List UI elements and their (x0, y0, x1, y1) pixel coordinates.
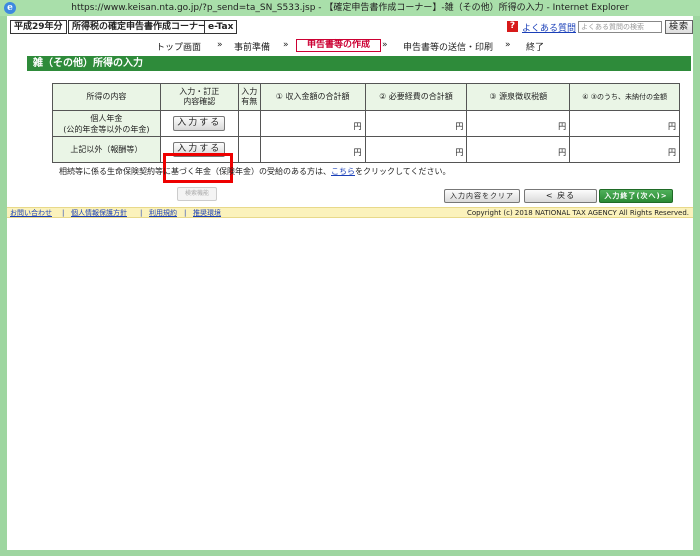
note-text-end: をクリックしてください。 (355, 167, 451, 176)
step-separator: » (283, 40, 289, 50)
col-header-expenses: ② 必要経費の合計額 (364, 83, 468, 111)
step-preparation: 事前準備 (234, 43, 271, 53)
note-text: 相続等に係る生命保険契約等に基づく年金（保険年金）の受給のある方は、 (59, 167, 331, 176)
copyright-text: Copyright (c) 2018 NATIONAL TAX AGENCY A… (466, 209, 689, 217)
row-label-other: 上記以外（報酬等） (52, 136, 161, 163)
insurance-pension-note: 相続等に係る生命保険契約等に基づく年金（保険年金）の受給のある方は、こちらをクリ… (59, 166, 451, 177)
question-icon: ? (507, 21, 518, 32)
clear-input-button[interactable]: 入力内容をクリア (444, 189, 520, 203)
row-label-pension: 個人年金 (公的年金等以外の年金) (52, 110, 161, 137)
footer-link-privacy[interactable]: 個人情報保護方針 (71, 209, 127, 218)
step-separator: » (505, 40, 511, 50)
expenses-cell: 円 (364, 110, 468, 137)
table-row: 個人年金 (公的年金等以外の年金) 入力する 円 円 円 円 (52, 110, 680, 137)
footer-separator: | (62, 209, 65, 217)
col-header-withholding: ③ 源泉徴収税額 (466, 83, 571, 111)
step-end: 終了 (526, 43, 545, 53)
step-separator: » (382, 40, 388, 50)
status-cell (237, 110, 261, 137)
site-header: 平成29年分 所得税の確定申告書作成コーナー e-Tax ? よくある質問 よく… (7, 16, 693, 36)
browser-window: e https://www.keisan.nta.go.jp/?p_send=t… (0, 0, 700, 556)
footer-link-terms[interactable]: 利用規約 (149, 209, 177, 218)
window-titlebar: e https://www.keisan.nta.go.jp/?p_send=t… (0, 0, 700, 16)
footer-link-environment[interactable]: 推奨環境 (193, 209, 221, 218)
here-link[interactable]: こちら (331, 167, 355, 176)
step-navigation: トップ画面 » 事前準備 » 申告書等の作成 » 申告書等の送信・印刷 » 終了 (7, 38, 693, 54)
internet-explorer-icon: e (4, 2, 16, 14)
faq-search-button[interactable]: 検索 (665, 20, 693, 34)
year-badge: 平成29年分 (10, 20, 67, 34)
unpaid-cell: 円 (569, 110, 680, 137)
step-send-print: 申告書等の送信・印刷 (403, 43, 494, 53)
faq-link[interactable]: よくある質問 (522, 21, 576, 34)
page-content: 平成29年分 所得税の確定申告書作成コーナー e-Tax ? よくある質問 よく… (7, 16, 693, 550)
disabled-search-button: 検索機能 (177, 187, 217, 201)
income-table: 所得の内容 入力・訂正 内容確認 入力 有無 ① 収入金額の合計額 ② 必要経費… (52, 83, 680, 163)
withholding-cell: 円 (466, 110, 571, 137)
step-separator: » (217, 40, 223, 50)
revenue-cell: 円 (259, 136, 366, 163)
revenue-cell: 円 (259, 110, 366, 137)
input-cell: 入力する (159, 110, 239, 137)
footer-link-contact[interactable]: お問い合わせ (10, 209, 52, 218)
col-header-unpaid: ④ ③のうち、未納付の金額 (569, 83, 680, 111)
etax-badge[interactable]: e-Tax (204, 20, 238, 34)
finish-input-next-button[interactable]: 入力終了(次へ)> (599, 189, 673, 203)
withholding-cell: 円 (466, 136, 571, 163)
back-button[interactable]: < 戻る (524, 189, 597, 203)
footer-separator: | (140, 209, 143, 217)
table-header-row: 所得の内容 入力・訂正 内容確認 入力 有無 ① 収入金額の合計額 ② 必要経費… (52, 83, 680, 111)
unpaid-cell: 円 (569, 136, 680, 163)
corner-title-badge[interactable]: 所得税の確定申告書作成コーナー (68, 20, 212, 34)
faq-search-input[interactable]: よくある質問の検索 (578, 21, 662, 33)
step-top: トップ画面 (156, 43, 202, 53)
page-title: 雑（その他）所得の入力 (27, 56, 691, 71)
status-cell (237, 136, 261, 163)
footer-separator: | (184, 209, 187, 217)
table-row: 上記以外（報酬等） 入力する 円 円 円 円 (52, 136, 680, 163)
col-header-input: 入力・訂正 内容確認 (159, 83, 239, 111)
window-title: https://www.keisan.nta.go.jp/?p_send=ta_… (71, 3, 629, 13)
col-header-revenue: ① 収入金額の合計額 (259, 83, 366, 111)
site-footer: お問い合わせ | 個人情報保護方針 | 利用規約 | 推奨環境 Copyrigh… (7, 207, 693, 218)
step-create-current: 申告書等の作成 (296, 39, 382, 52)
col-header-status: 入力 有無 (237, 83, 261, 111)
expenses-cell: 円 (364, 136, 468, 163)
input-button-pension[interactable]: 入力する (173, 116, 226, 131)
col-header-income-type: 所得の内容 (52, 83, 161, 111)
